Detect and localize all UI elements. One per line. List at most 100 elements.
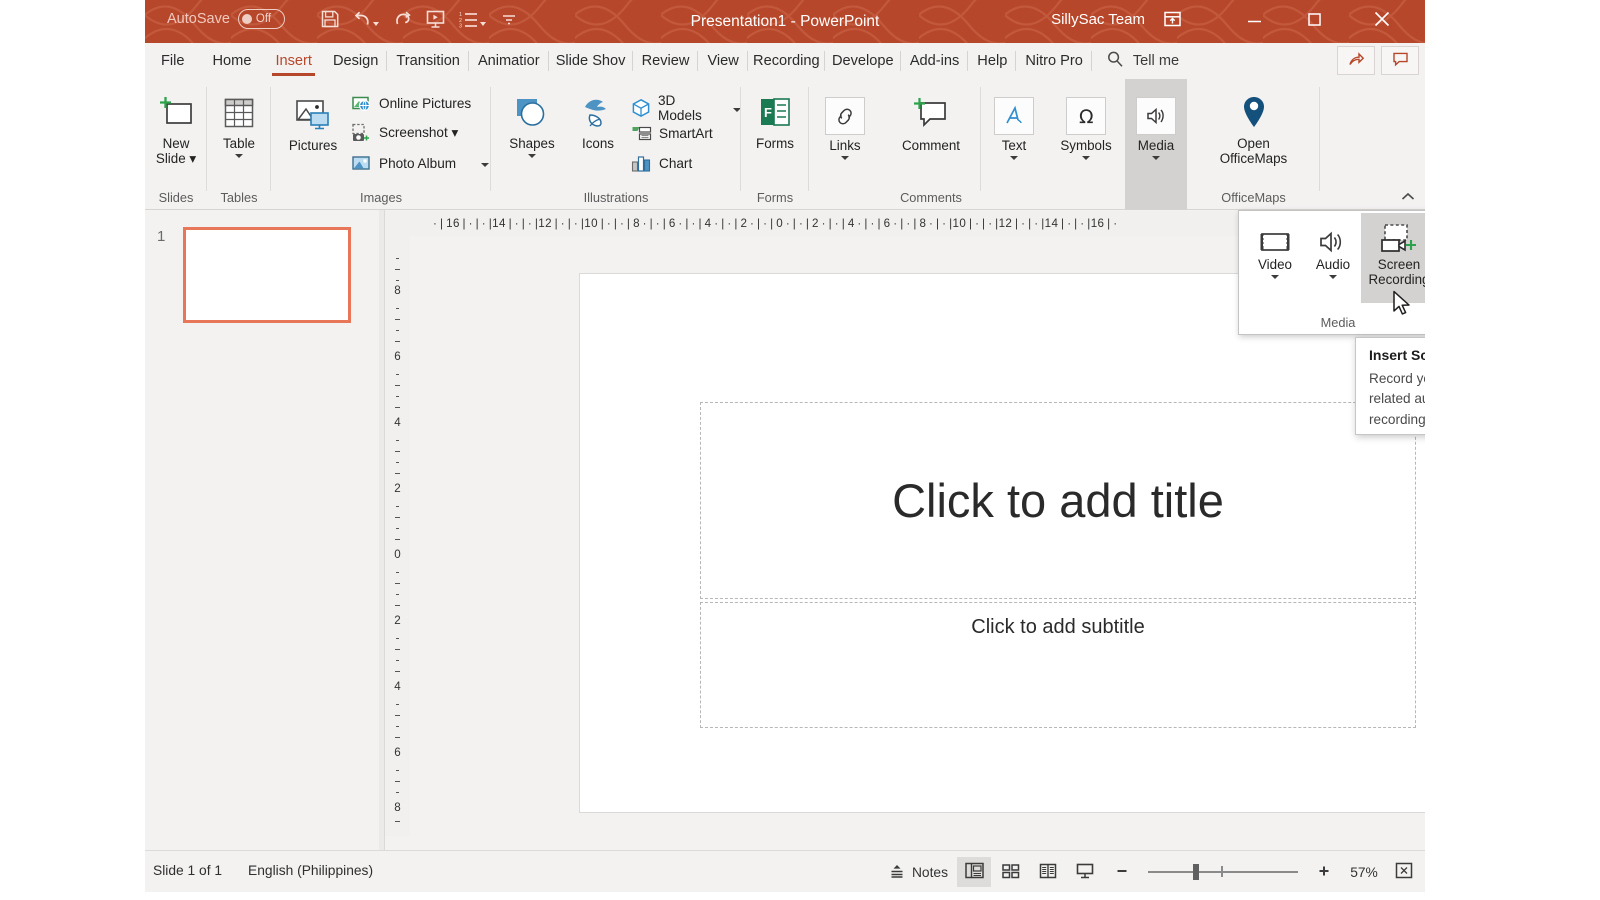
vertical-ruler[interactable]: 8 6 4 2 0 2 4 6 8	[385, 236, 410, 836]
slide-sorter-icon	[1001, 862, 1021, 883]
media-caret-icon[interactable]	[1152, 156, 1160, 161]
undo-button[interactable]	[346, 5, 386, 37]
customize-qat-button[interactable]	[492, 5, 525, 37]
icons-button[interactable]: Icons	[569, 91, 627, 151]
online-pictures-label: Online Pictures	[379, 95, 472, 111]
fit-to-window-button[interactable]	[1387, 857, 1421, 887]
slide-show-button[interactable]	[1068, 857, 1102, 887]
screenshot-button[interactable]: Screenshot ▾	[351, 123, 458, 143]
comment-button[interactable]: Comment	[881, 93, 981, 153]
undo-caret-icon[interactable]	[373, 22, 379, 26]
photo-album-caret-icon[interactable]	[481, 163, 490, 167]
status-bar: Slide 1 of 1 English (Philippines) Notes	[145, 850, 1425, 892]
tab-help[interactable]: Help	[968, 43, 1017, 79]
text-button[interactable]: Text	[981, 93, 1047, 161]
media-menu-item-screen-recording[interactable]: Screen Recording	[1361, 213, 1425, 303]
tab-home[interactable]: Home	[201, 43, 264, 79]
media-menu-item-video[interactable]: Video	[1245, 219, 1305, 279]
table-button[interactable]: Table	[207, 91, 271, 159]
ribbon-display-options-button[interactable]	[1157, 7, 1187, 35]
photo-album-button[interactable]: Photo Album	[351, 153, 490, 173]
forms-icon: F	[754, 91, 796, 133]
normal-view-button[interactable]	[957, 857, 991, 887]
3d-models-caret-icon[interactable]	[733, 108, 741, 112]
subtitle-placeholder[interactable]: Click to add subtitle	[700, 602, 1416, 728]
list-button[interactable]: 123	[452, 5, 492, 37]
smartart-button[interactable]: SmartArt	[631, 123, 713, 143]
normal-view-icon	[964, 861, 985, 883]
table-caret-icon[interactable]	[235, 154, 243, 159]
links-button[interactable]: Links	[809, 93, 881, 161]
tab-nitro-pro[interactable]: Nitro Pro	[1016, 43, 1092, 79]
tab-slide-show[interactable]: Slide Shoᴠ	[549, 43, 633, 79]
quick-access-toolbar: 123	[313, 5, 525, 37]
tell-me-search[interactable]: Tell me	[1092, 43, 1189, 79]
minimize-button[interactable]	[1231, 0, 1277, 43]
tab-insert[interactable]: Insert	[263, 43, 324, 79]
zoom-out-button[interactable]	[1105, 857, 1139, 887]
tab-file[interactable]: File	[145, 43, 201, 79]
open-officemaps-button[interactable]: Open OfficeMaps	[1187, 91, 1320, 166]
start-from-beginning-button[interactable]	[419, 5, 452, 37]
zoom-in-icon	[1317, 864, 1331, 881]
text-caret-icon[interactable]	[1010, 156, 1018, 161]
tab-add-ins[interactable]: Add-ins	[901, 43, 969, 79]
notes-button[interactable]: Notes	[883, 857, 954, 887]
ribbon-right-buttons	[1337, 46, 1419, 75]
3d-models-button[interactable]: 3D Models	[631, 93, 741, 123]
links-caret-icon[interactable]	[841, 156, 849, 161]
tab-animations[interactable]: Animatior	[469, 43, 549, 79]
pictures-button[interactable]: Pictures	[279, 93, 347, 153]
new-slide-label-line2: Slide ▾	[155, 151, 197, 167]
symbols-button[interactable]: Ω Symbols	[1047, 93, 1125, 161]
slide-thumbnail-1[interactable]	[183, 227, 351, 323]
title-placeholder[interactable]: Click to add title	[700, 402, 1416, 599]
shapes-caret-icon[interactable]	[528, 154, 536, 159]
autosave-state: Off	[255, 13, 272, 25]
save-button[interactable]	[313, 5, 346, 37]
close-button[interactable]	[1359, 0, 1405, 43]
audio-caret-icon[interactable]	[1329, 275, 1337, 279]
group-label-illustrations: Illustrations	[583, 190, 649, 205]
tab-review[interactable]: Review	[633, 43, 699, 79]
tab-developer[interactable]: Develope	[825, 43, 901, 79]
slide-sorter-button[interactable]	[994, 857, 1028, 887]
zoom-slider[interactable]	[1148, 857, 1298, 887]
comments-button[interactable]	[1381, 46, 1419, 75]
chart-button[interactable]: Chart	[631, 153, 692, 173]
minimize-icon	[1246, 12, 1263, 32]
zoom-slider-handle[interactable]	[1193, 864, 1199, 880]
forms-button[interactable]: F Forms	[741, 91, 809, 151]
share-icon	[1348, 51, 1365, 71]
thumbnail-scrollbar[interactable]	[379, 210, 384, 850]
autosave-control[interactable]: AutoSave Off	[167, 9, 285, 29]
new-slide-button[interactable]: New Slide ▾	[145, 91, 207, 166]
redo-button[interactable]	[386, 5, 419, 37]
tab-design[interactable]: Design	[324, 43, 388, 79]
media-menu-item-audio[interactable]: Audio	[1303, 219, 1363, 279]
share-button[interactable]	[1337, 46, 1375, 75]
reading-view-button[interactable]	[1031, 857, 1065, 887]
tab-transition[interactable]: Transition	[387, 43, 469, 79]
maximize-button[interactable]	[1291, 0, 1337, 43]
redo-icon	[393, 10, 412, 33]
links-icon-box	[825, 97, 865, 135]
shapes-button[interactable]: Shapes	[497, 91, 567, 159]
slide-count-label[interactable]: Slide 1 of 1	[153, 863, 222, 878]
symbols-caret-icon[interactable]	[1082, 156, 1090, 161]
online-pictures-button[interactable]: Online Pictures	[351, 93, 471, 113]
ribbon-group-symbols: Ω Symbols	[1047, 79, 1125, 210]
audio-label: Audio	[1315, 257, 1351, 272]
collapse-ribbon-button[interactable]	[1401, 190, 1415, 205]
list-caret-icon[interactable]	[479, 22, 486, 26]
media-button[interactable]: Media	[1125, 93, 1187, 161]
language-label[interactable]: English (Philippines)	[248, 863, 373, 878]
autosave-toggle[interactable]: Off	[237, 9, 285, 29]
zoom-in-button[interactable]	[1307, 857, 1341, 887]
tab-recording[interactable]: Recording	[748, 43, 825, 79]
zoom-level-label[interactable]: 57%	[1344, 857, 1384, 887]
slide-editing-surface[interactable]: Click to add title Click to add subtitle	[580, 274, 1425, 812]
ribbon: New Slide ▾ Slides Table Tables Pictures…	[145, 79, 1425, 210]
tab-view[interactable]: View	[698, 43, 748, 79]
video-caret-icon[interactable]	[1271, 275, 1279, 279]
